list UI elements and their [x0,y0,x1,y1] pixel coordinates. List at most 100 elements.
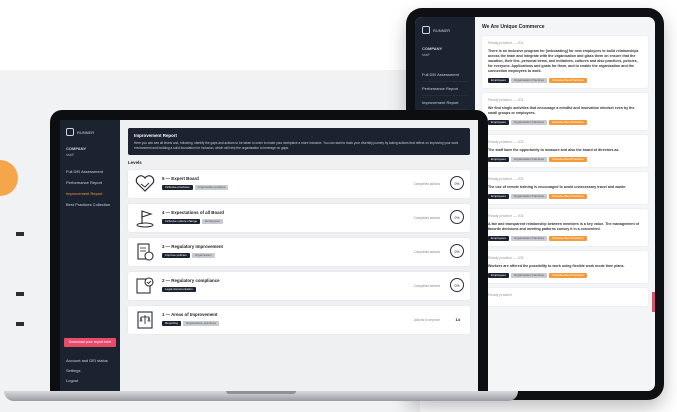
level-card[interactable]: 2 — Regulatory compliance Legal document… [128,272,470,300]
flag-icon [136,210,154,228]
scales-document-icon [137,311,153,329]
tag[interactable]: Organisation practices [183,321,219,326]
sidebar-item-settings[interactable]: Settings [66,366,108,376]
sidebar-item-improvement[interactable]: Improvement Report [422,96,468,110]
brand-name: RUNNER [77,129,95,135]
card-header: Ready practice — 201 [488,41,524,45]
sidebar-item-logout[interactable]: Logout [66,376,108,386]
decorative-mark [16,322,24,326]
tag[interactable]: Inclusive Best Practices [549,194,587,199]
report-banner: Improvement Report Here you can see all … [128,128,470,155]
tag[interactable]: Organisation policies [194,185,229,190]
level-status: Actions to improve [413,318,440,322]
tag[interactable]: Employees [488,273,509,278]
tag[interactable]: Inclusive Best Practices [549,236,587,241]
card-header: Ready practice — 201 [488,98,524,102]
tag[interactable]: Employees [488,157,509,162]
card-text: We find single activities that encourage… [488,106,635,115]
laptop-notch [226,391,296,394]
tag[interactable]: Organisation Practices [510,78,548,83]
laptop-screen: RUNNER COMPANY staff Full DEI Assessment… [60,120,478,392]
sidebar-item-best-practices[interactable]: Best Practices Collection [66,199,114,210]
practice-card[interactable]: Ready practice — 201 We find single acti… [482,93,648,130]
page-title: We Are Unique Commerce [482,24,545,30]
practice-card[interactable]: Ready practice — 203 The staff have the … [482,135,648,167]
card-header: Ready practice — 203 [488,140,524,144]
level-card[interactable]: 5 — Expert Board Inclusive practices Orga… [128,170,470,198]
sidebar-item-improvement[interactable]: Improvement Report [66,188,114,199]
practice-card[interactable]: Ready practice [482,288,648,306]
level-status: Completed actions [413,284,440,288]
tag[interactable]: Organisation Practices [510,120,548,125]
tag[interactable]: Inclusive Best Practices [549,78,587,83]
download-report-button[interactable]: Download your report here [64,338,116,347]
brand[interactable]: RUNNER [415,17,475,40]
tag[interactable]: Organisation [191,253,215,258]
tag[interactable]: Employees [488,236,509,241]
document-gear-icon [137,243,154,261]
tag[interactable]: Organisation Practices [510,236,548,241]
laptop-base [4,391,518,401]
tag[interactable]: Inclusive practices [162,185,193,190]
level-card[interactable]: 1 — Areas of Improvement Reporting Organi… [128,306,470,334]
sidebar-item-assessment[interactable]: Full DEI Assessment [422,68,468,82]
card-header: Ready practice — 203 [488,177,524,181]
sidebar-item-account[interactable]: Account and DEI status [66,356,108,366]
logo-icon [422,26,430,34]
tag[interactable]: Inclusive Best Practices [549,273,587,278]
level-name: 4 — Expectations of all Board [162,210,224,215]
brand-name: RUNNER [433,27,451,33]
laptop-sidebar: RUNNER COMPANY staff Full DEI Assessment… [60,120,120,392]
tag[interactable]: Employees [488,120,509,125]
card-header: Ready practice [488,293,512,297]
card-text: The staff have the opportunity to measur… [488,148,620,152]
practice-card[interactable]: Ready practice — 201 There is an inclusi… [482,36,648,88]
tag[interactable]: Employees [488,194,509,199]
progress-ring: 0% [450,278,464,292]
tag[interactable]: Inclusive Best Practices [549,157,587,162]
tag[interactable]: Organisation Practices [510,273,548,278]
sidebar-item-assessment[interactable]: Full DEI Assessment [66,166,114,177]
sidebar-bottom-nav: Account and DEI status Settings Logout [66,356,108,386]
progress-ring: 0% [450,176,464,190]
laptop-device: RUNNER COMPANY staff Full DEI Assessment… [50,110,488,392]
sidebar-item-performance[interactable]: Performance Report [66,177,114,188]
document-check-icon [136,277,154,294]
tag[interactable]: Reporting [162,321,182,326]
tag[interactable]: Inclusive Best Practices [549,120,587,125]
company-block: COMPANY staff [60,142,120,166]
decorative-mark [16,232,24,236]
level-status: Completed actions [413,250,440,254]
card-text: The use of remote training is encouraged… [488,185,627,189]
progress-ring: 0% [450,210,464,224]
sidebar-item-performance[interactable]: Performance Report [422,82,468,96]
tag[interactable]: Employees [202,219,224,224]
company-block: COMPANY staff [415,40,475,68]
card-header: Ready practice — 204 [488,214,524,218]
tag[interactable]: Organisation Practices [510,194,548,199]
tag[interactable]: Improve policies [162,253,190,258]
practice-card[interactable]: Ready practice — 205 Workers are offered… [482,251,648,283]
card-text: Workers are offered the possibility to w… [488,264,625,268]
company-sub: staff [422,52,430,57]
level-name: 3 — Regulatory Improvement [162,244,223,249]
tag[interactable]: Employees [488,78,509,83]
practice-card[interactable]: Ready practice — 204 A fair and transpar… [482,209,648,246]
level-name: 2 — Regulatory compliance [162,278,220,283]
company-sub: staff [66,152,74,157]
brand[interactable]: RUNNER [60,120,120,142]
level-status: Completed actions [413,216,440,220]
sidebar-nav: Full DEI Assessment Performance Report I… [60,166,120,210]
tag[interactable]: Legal documentation [162,287,196,292]
tag[interactable]: Organisation Practices [510,157,548,162]
tag[interactable]: Inclusive culture change [162,219,201,224]
practice-card[interactable]: Ready practice — 203 The use of remote t… [482,172,648,204]
card-text: A fair and transparent relationship betw… [488,222,640,231]
level-card[interactable]: 3 — Regulatory Improvement Improve polic… [128,238,470,266]
card-text: There is an inclusive program for [onboa… [488,49,639,73]
laptop-main: Improvement Report Here you can see all … [120,120,478,392]
level-card[interactable]: 4 — Expectations of all Board Inclusive … [128,204,470,232]
banner-description: Here you can see all levels and, followi… [134,141,459,150]
logo-icon [66,128,74,136]
handshake-heart-icon [135,175,155,192]
